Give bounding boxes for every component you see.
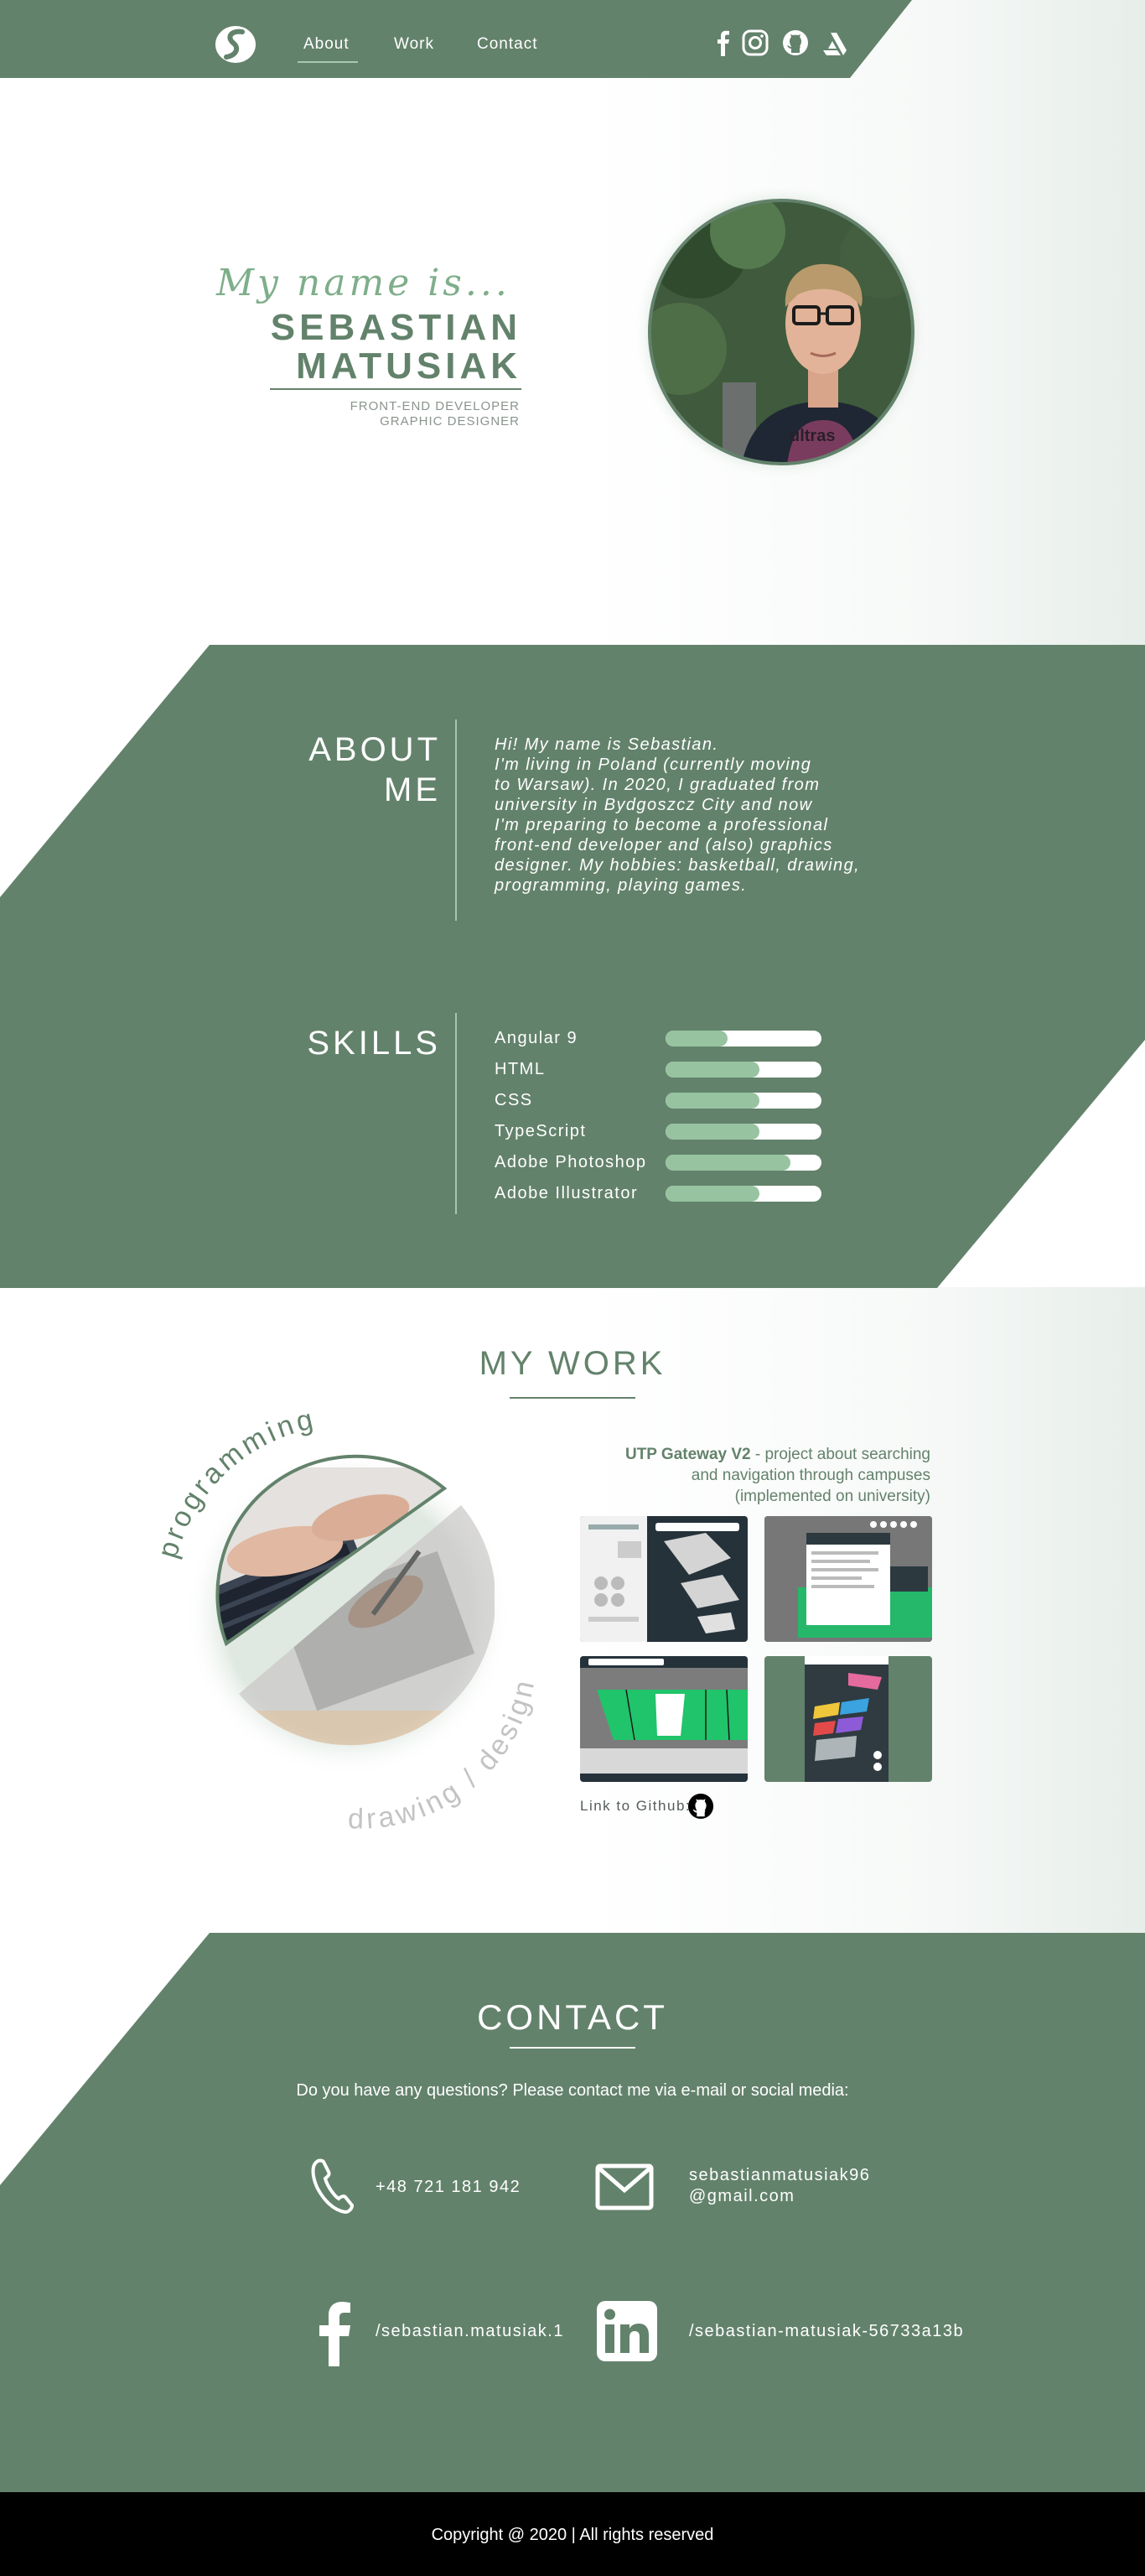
facebook-icon[interactable] bbox=[709, 29, 738, 57]
about-text: Hi! My name is Sebastian. I'm living in … bbox=[495, 735, 861, 895]
background-shapes bbox=[0, 0, 1145, 2492]
project-desc-2: and navigation through campuses bbox=[691, 1467, 930, 1484]
name-underline bbox=[270, 388, 521, 390]
project-screenshot-2[interactable] bbox=[764, 1516, 932, 1642]
skill-label: Adobe Photoshop bbox=[495, 1153, 647, 1171]
contact-email-line2[interactable]: @gmail.com bbox=[689, 2186, 795, 2207]
contact-title-underline bbox=[510, 2047, 635, 2049]
skill-row: CSS bbox=[495, 1088, 847, 1114]
about-divider bbox=[455, 719, 457, 921]
skill-label: Angular 9 bbox=[495, 1029, 578, 1047]
project-desc-3: (implemented on university) bbox=[734, 1488, 930, 1505]
skill-bar bbox=[666, 1093, 821, 1109]
contact-phone[interactable]: +48 721 181 942 bbox=[376, 2177, 521, 2198]
project-name[interactable]: UTP Gateway V2 bbox=[625, 1446, 751, 1463]
project-screenshot-3[interactable] bbox=[580, 1656, 748, 1782]
project-screenshot-1[interactable] bbox=[580, 1516, 748, 1642]
skill-row: HTML bbox=[495, 1057, 847, 1083]
artstation-icon[interactable] bbox=[820, 29, 848, 57]
skill-label: Adobe Illustrator bbox=[495, 1184, 639, 1202]
nav-work[interactable]: Work bbox=[394, 35, 434, 54]
skill-bar bbox=[666, 1031, 821, 1046]
skill-fill bbox=[666, 1186, 759, 1202]
project-desc-1: - project about searching bbox=[750, 1446, 930, 1463]
project-description: UTP Gateway V2 - project about searching… bbox=[495, 1444, 930, 1507]
github-icon[interactable] bbox=[687, 1793, 714, 1820]
nav-about[interactable]: About bbox=[303, 35, 350, 54]
about-title-line1: ABOUT bbox=[308, 731, 441, 768]
github-icon[interactable] bbox=[781, 29, 810, 57]
skill-bar bbox=[666, 1155, 821, 1171]
skill-fill bbox=[666, 1093, 759, 1109]
skill-bar bbox=[666, 1124, 821, 1140]
linkedin-icon[interactable] bbox=[595, 2299, 659, 2363]
contact-title: CONTACT bbox=[477, 1997, 668, 2037]
skill-label: CSS bbox=[495, 1091, 533, 1109]
first-name: SEBASTIAN bbox=[270, 307, 521, 348]
skill-bar bbox=[666, 1062, 821, 1078]
skill-fill bbox=[666, 1062, 759, 1078]
contact-facebook[interactable]: /sebastian.matusiak.1 bbox=[376, 2321, 564, 2342]
skills-title: SKILLS bbox=[307, 1025, 441, 1062]
nav-contact[interactable]: Contact bbox=[477, 35, 537, 54]
skill-label: HTML bbox=[495, 1060, 546, 1078]
instagram-icon[interactable] bbox=[741, 29, 769, 57]
skill-row: Adobe Illustrator bbox=[495, 1182, 847, 1207]
nav-active-underline bbox=[298, 61, 358, 63]
role-frontend: FRONT-END DEVELOPER bbox=[350, 399, 520, 413]
github-link-label[interactable]: Link to Github: bbox=[580, 1798, 691, 1815]
contact-email-line1[interactable]: sebastianmatusiak96 bbox=[689, 2165, 870, 2186]
phone-icon bbox=[311, 2158, 354, 2214]
skill-fill bbox=[666, 1031, 728, 1046]
svg-text:ultras: ultras bbox=[790, 427, 835, 445]
footer-copyright: Copyright @ 2020 | All rights reserved bbox=[431, 2526, 714, 2544]
email-icon bbox=[595, 2163, 654, 2210]
skill-row: TypeScript bbox=[495, 1119, 847, 1145]
facebook-icon[interactable] bbox=[317, 2299, 354, 2366]
skill-fill bbox=[666, 1124, 759, 1140]
greeting-script: My name is... bbox=[216, 262, 510, 304]
contact-linkedin[interactable]: /sebastian-matusiak-56733a13b bbox=[689, 2321, 964, 2342]
last-name: MATUSIAK bbox=[296, 345, 521, 387]
skill-fill bbox=[666, 1155, 790, 1171]
skill-label: TypeScript bbox=[495, 1122, 587, 1140]
avatar: ultras bbox=[632, 183, 930, 481]
skill-row: Angular 9 bbox=[495, 1026, 847, 1052]
logo-icon[interactable] bbox=[215, 25, 256, 64]
contact-intro: Do you have any questions? Please contac… bbox=[296, 2081, 849, 2100]
skills-divider bbox=[455, 1013, 457, 1214]
project-screenshot-4[interactable] bbox=[764, 1656, 932, 1782]
role-designer: GRAPHIC DESIGNER bbox=[380, 414, 520, 428]
about-title-line2: ME bbox=[384, 771, 441, 808]
skill-row: Adobe Photoshop bbox=[495, 1150, 847, 1176]
work-title: MY WORK bbox=[479, 1345, 666, 1382]
skill-bar bbox=[666, 1186, 821, 1202]
